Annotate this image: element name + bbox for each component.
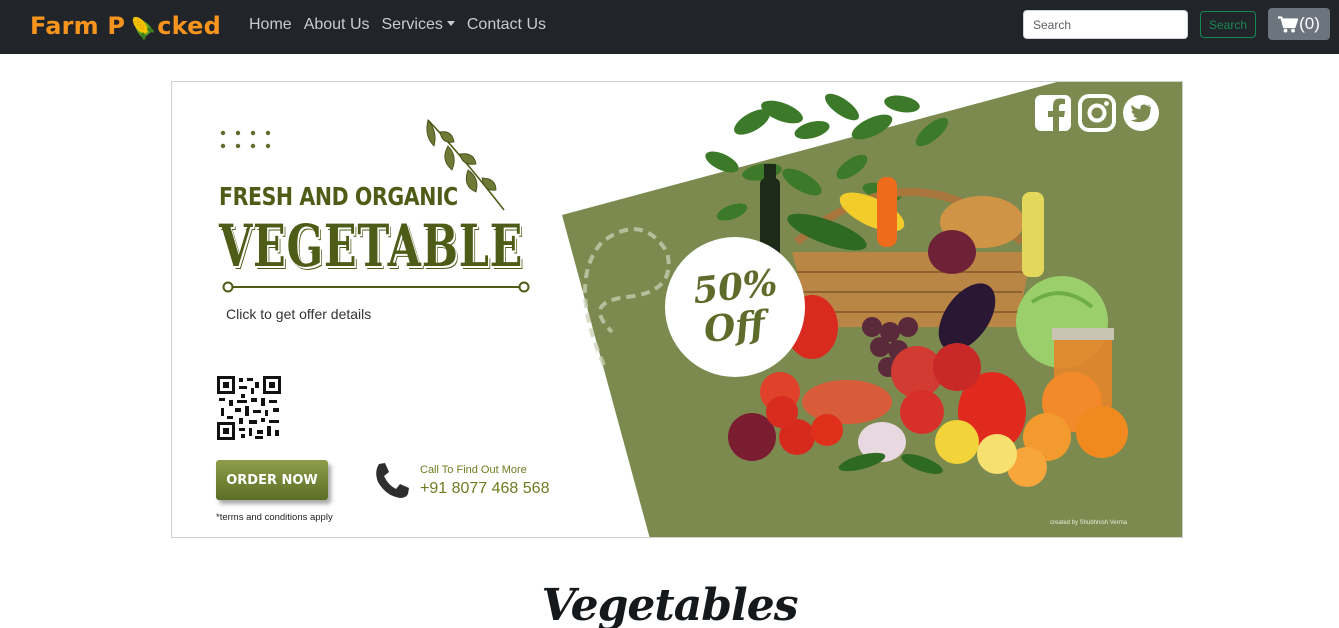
nav-links: Home About Us Services Contact Us — [249, 14, 546, 36]
call-label: Call To Find Out More — [420, 464, 527, 476]
order-now-button[interactable]: ORDER NOW — [216, 460, 328, 500]
twitter-icon[interactable] — [1122, 94, 1160, 132]
services-label: Services — [381, 16, 443, 33]
banner-credit: created by Shubhnish Verma — [1050, 520, 1128, 526]
discount-word: Off — [702, 302, 768, 352]
banner-subtitle: FRESH AND ORGANIC — [219, 182, 458, 211]
instagram-icon[interactable] — [1078, 94, 1116, 132]
discount-badge: 50% Off — [665, 237, 805, 377]
discount-percent: 50% — [690, 261, 780, 313]
brand-suffix: cked — [157, 12, 221, 40]
nav-link-contact[interactable]: Contact Us — [467, 14, 546, 36]
caret-down-icon — [446, 21, 455, 26]
search-input[interactable] — [1023, 10, 1188, 39]
nav-link-services-dropdown[interactable]: Services — [382, 14, 455, 36]
search-button[interactable]: Search — [1200, 11, 1256, 38]
nav-link-home[interactable]: Home — [249, 14, 292, 36]
navbar: Farm P cked Home About Us Services Conta… — [0, 0, 1339, 54]
offer-details-link[interactable]: Click to get offer details — [226, 306, 371, 322]
terms-note: *terms and conditions apply — [216, 512, 333, 523]
brand-logo[interactable]: Farm P cked — [30, 9, 221, 43]
decorative-divider — [222, 281, 530, 293]
qr-code — [217, 376, 281, 440]
brand-prefix: Farm P — [30, 12, 126, 40]
cart-button[interactable]: (0) — [1268, 8, 1330, 40]
offer-banner[interactable]: FRESH AND ORGANIC VEGETABLE Click to get… — [171, 81, 1183, 538]
social-icons — [1034, 94, 1160, 132]
cart-icon — [1278, 15, 1299, 32]
cart-count: (0) — [1299, 14, 1320, 33]
corn-icon — [133, 16, 155, 40]
nav-link-about[interactable]: About Us — [304, 14, 370, 36]
phone-number: +91 8077 468 568 — [420, 480, 550, 497]
banner-title: VEGETABLE — [219, 212, 524, 280]
section-heading-vegetables: Vegetables — [541, 580, 799, 628]
facebook-icon[interactable] — [1034, 94, 1072, 132]
decorative-dots — [220, 130, 271, 149]
phone-icon — [376, 463, 409, 498]
